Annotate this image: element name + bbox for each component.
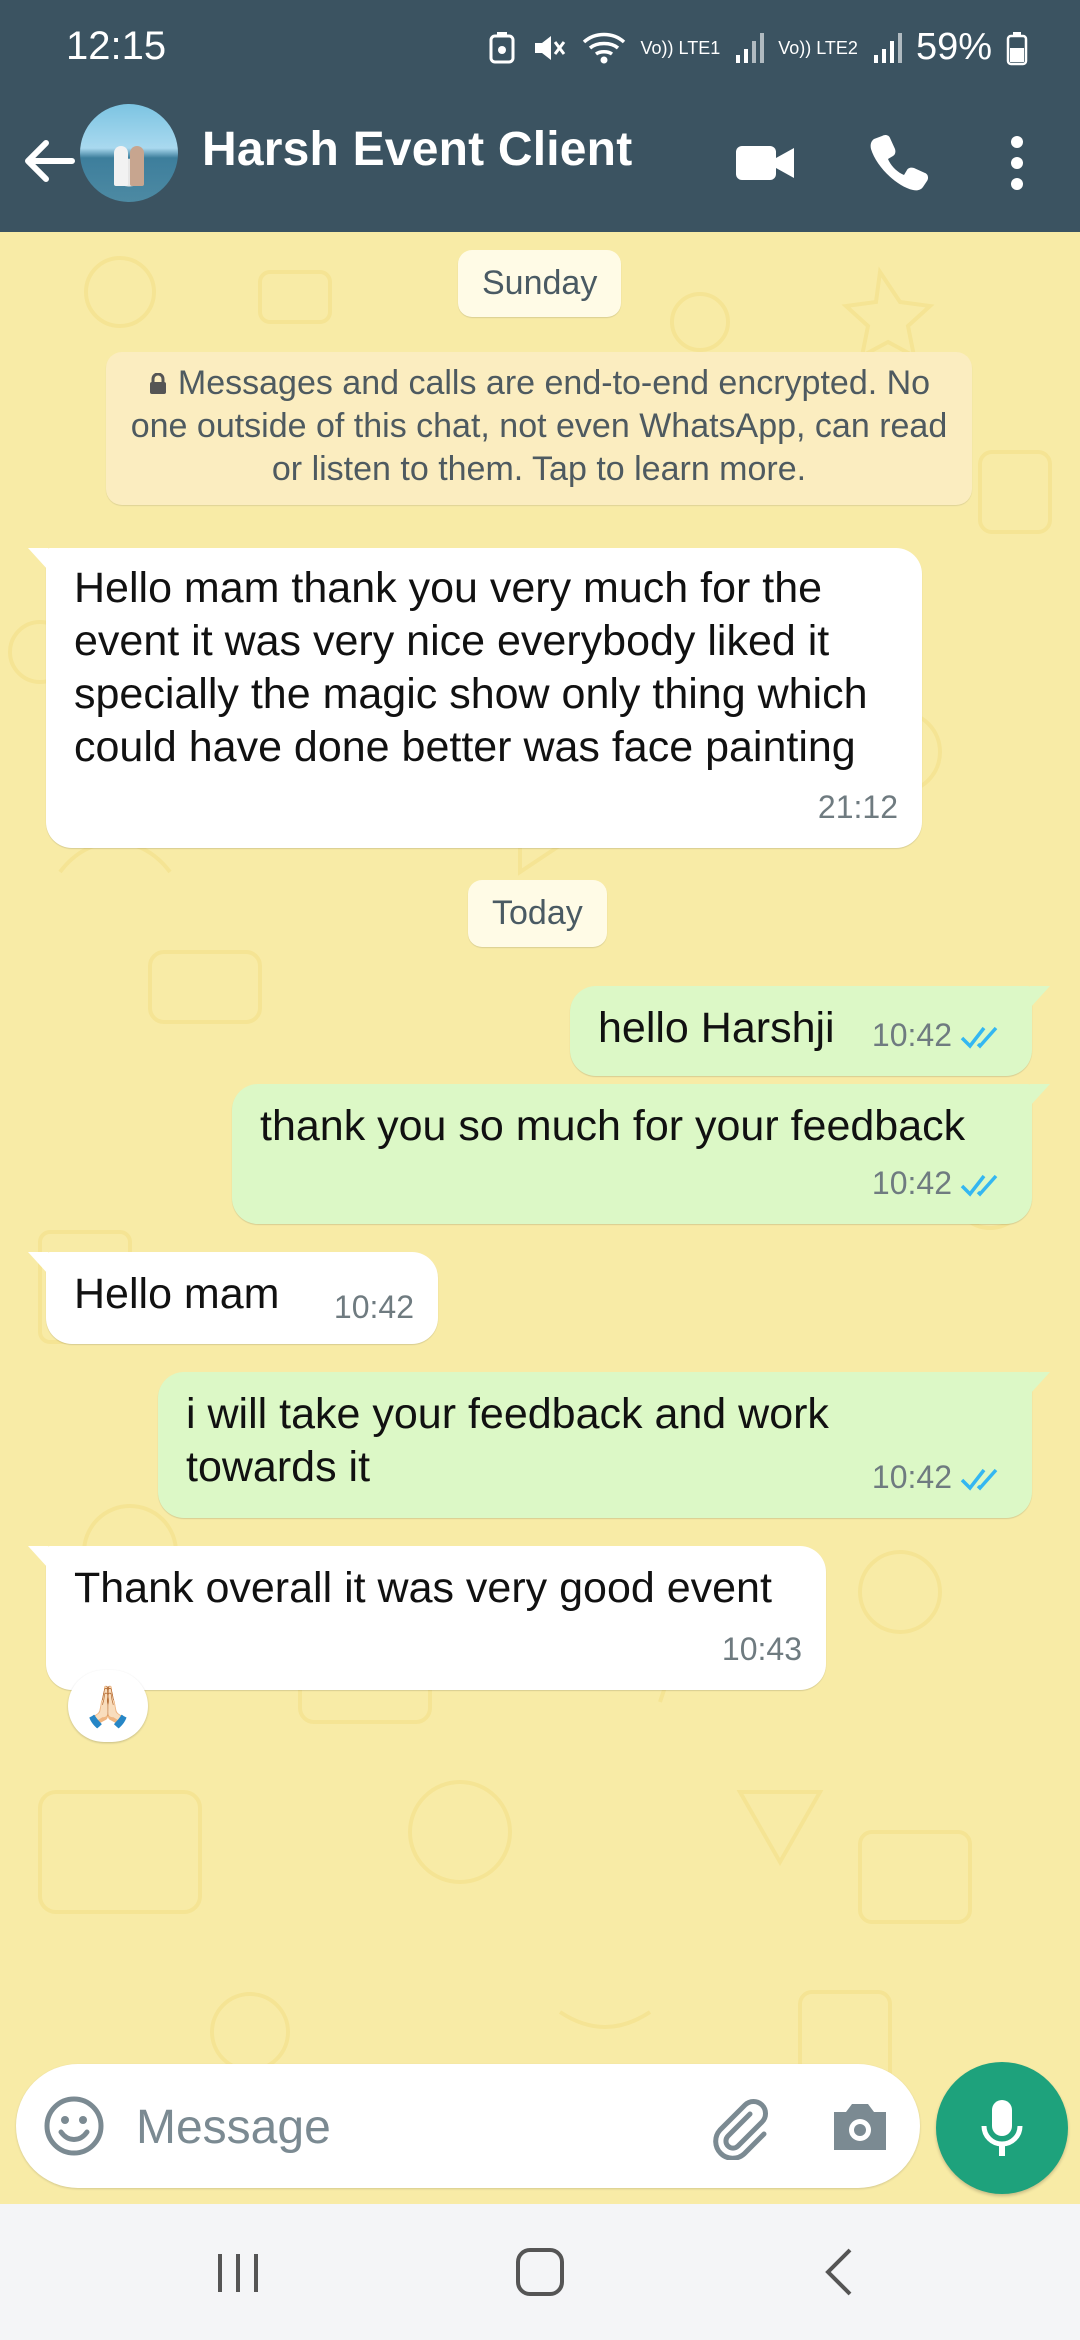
message-text: i will take your feedback and work towar… [186, 1390, 829, 1491]
contact-name[interactable]: Harsh Event Client [202, 122, 632, 177]
camera-icon[interactable] [828, 2096, 892, 2156]
read-ticks-icon [960, 1026, 998, 1049]
avatar-figure [130, 146, 144, 186]
status-bar: 12:15 Vo)) LTE1 Vo)) LTE2 59% [0, 0, 1080, 96]
attach-icon[interactable] [706, 2094, 772, 2160]
recent-apps-icon[interactable] [208, 2242, 268, 2302]
date-divider-sunday: Sunday [458, 250, 622, 317]
status-icons: Vo)) LTE1 Vo)) LTE2 59% [487, 26, 1028, 69]
message-bubble-incoming[interactable]: Hello mam 10:42 [28, 1252, 438, 1344]
battery-percent: 59% [915, 26, 992, 68]
read-ticks-icon [960, 1468, 998, 1491]
chat-area[interactable]: Sunday Messages and calls are end-to-end… [0, 232, 1080, 2204]
contact-avatar[interactable] [80, 104, 178, 202]
message-bubble-outgoing[interactable]: thank you so much for your feedback 10:4… [232, 1084, 1050, 1224]
voice-call-icon[interactable] [866, 130, 932, 196]
back-arrow-icon[interactable] [18, 130, 80, 192]
message-composer [16, 2064, 920, 2188]
emoji-icon[interactable] [42, 2094, 106, 2158]
message-bubble-outgoing[interactable]: hello Harshji 10:42 [570, 986, 1050, 1076]
encryption-notice-text: Messages and calls are end-to-end encryp… [130, 364, 948, 488]
home-icon[interactable] [510, 2242, 570, 2302]
more-options-icon[interactable] [984, 130, 1050, 196]
status-time: 12:15 [66, 24, 167, 68]
message-text: Thank overall it was very good event [74, 1564, 772, 1612]
message-time: 10:43 [721, 1631, 802, 1667]
wifi-icon [582, 32, 625, 63]
system-nav-bar [0, 2204, 1080, 2340]
avatar-figure [114, 146, 128, 186]
message-bubble-incoming[interactable]: Thank overall it was very good event 10:… [28, 1546, 826, 1690]
lock-icon [149, 373, 166, 394]
mic-button[interactable] [936, 2062, 1068, 2194]
date-divider-today: Today [468, 880, 607, 947]
message-time: 10:42 [871, 1017, 952, 1053]
message-text: thank you so much for your feedback [260, 1102, 966, 1150]
message-time: 10:42 [871, 1459, 952, 1495]
sim2-label: Vo)) LTE2 [778, 37, 858, 58]
message-time: 10:42 [871, 1165, 952, 1201]
message-time: 10:42 [333, 1289, 414, 1325]
chat-header: Harsh Event Client [0, 96, 1080, 232]
signal-icon-1 [736, 32, 765, 63]
sim1-label: Vo)) LTE1 [640, 37, 721, 58]
back-nav-icon[interactable] [812, 2242, 872, 2302]
message-reaction[interactable]: 🙏🏻 [68, 1670, 148, 1742]
message-text: Hello mam thank you very much for the ev… [74, 564, 868, 771]
battery-icon [1006, 31, 1028, 65]
signal-icon-2 [873, 32, 902, 63]
message-bubble-outgoing[interactable]: i will take your feedback and work towar… [158, 1372, 1050, 1518]
mic-icon [981, 2100, 1023, 2156]
message-time: 21:12 [817, 789, 898, 825]
encryption-notice[interactable]: Messages and calls are end-to-end encryp… [106, 352, 972, 505]
video-call-icon[interactable] [732, 130, 798, 196]
read-ticks-icon [960, 1174, 998, 1197]
mute-icon [534, 35, 565, 60]
message-input[interactable] [134, 2088, 698, 2166]
data-saver-icon [489, 31, 515, 63]
message-bubble-incoming[interactable]: Hello mam thank you very much for the ev… [28, 548, 922, 848]
